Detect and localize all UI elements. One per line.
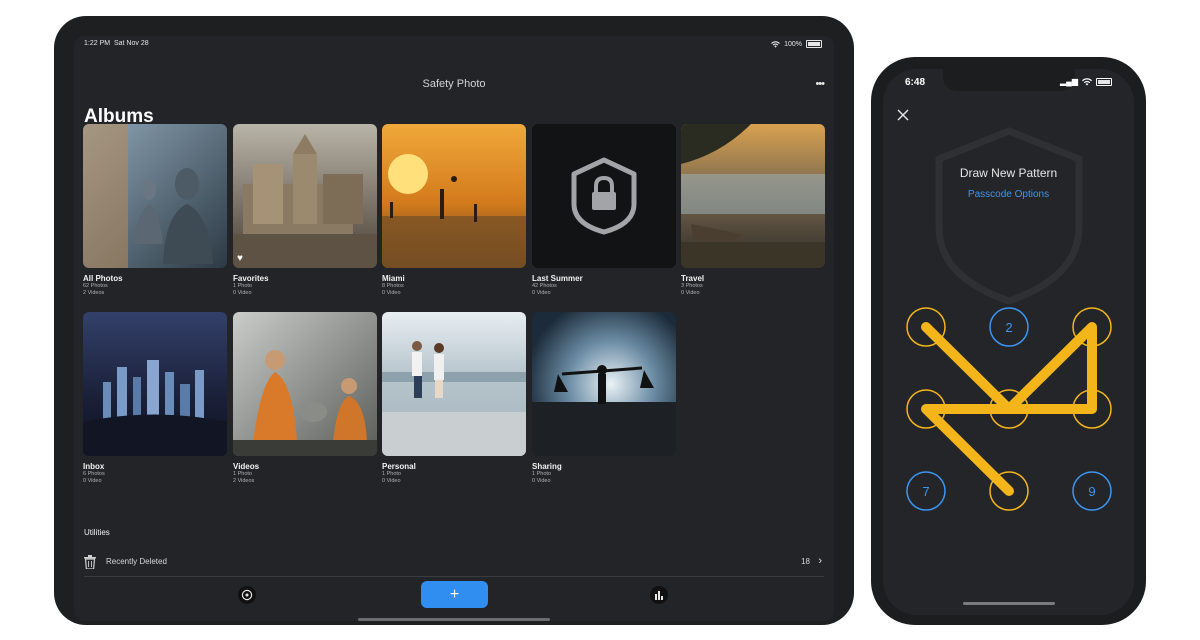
album-all-photos[interactable]: All Photos 62 Photos 2 Videos xyxy=(83,124,227,297)
status-date: Sat Nov 28 xyxy=(113,40,149,47)
album-personal[interactable]: Personal 1 Photo 0 Video xyxy=(382,312,526,485)
album-travel[interactable]: Travel 3 Photos 0 Video xyxy=(681,124,825,297)
nav-title: Safety Photo xyxy=(422,78,486,90)
album-thumbnail xyxy=(532,312,676,456)
heart-icon: ♥ xyxy=(237,253,243,264)
battery-icon xyxy=(806,40,822,48)
pattern-dot-7[interactable]: 7 xyxy=(906,471,946,511)
dot-label: 2 xyxy=(1005,320,1012,335)
album-thumbnail xyxy=(83,124,227,268)
ellipsis-icon[interactable]: ••• xyxy=(815,78,825,90)
battery-percent: 100% xyxy=(784,40,802,48)
album-favorites[interactable]: ♥ Favorites 1 Photo 0 Video xyxy=(233,124,377,297)
chevron-right-icon: › xyxy=(818,555,822,567)
album-video-count: 0 Video xyxy=(382,290,401,296)
pattern-dot-2[interactable]: 2 xyxy=(989,307,1029,347)
album-name: Inbox xyxy=(83,462,105,471)
album-name: All Photos xyxy=(83,274,123,283)
album-name: Favorites xyxy=(233,274,269,283)
album-video-count: 0 Video xyxy=(83,478,102,484)
add-button[interactable]: + xyxy=(421,581,488,608)
album-video-count: 0 Video xyxy=(532,290,551,296)
album-photo-count: 42 Photos xyxy=(532,283,557,289)
album-photo-count: 1 Photo xyxy=(233,283,252,289)
signal-icon: ▂▄▆ xyxy=(1060,77,1078,86)
pattern-line xyxy=(921,322,1097,496)
home-indicator xyxy=(358,618,550,621)
phone-status-time: 6:48 xyxy=(905,77,926,88)
bar-chart-icon xyxy=(655,591,663,600)
album-thumbnail: ♥ xyxy=(233,124,377,268)
album-inbox[interactable]: Inbox 6 Photos 0 Video xyxy=(83,312,227,485)
album-name: Videos xyxy=(233,462,260,471)
album-photo-count: 1 Photo xyxy=(382,471,401,477)
status-bar: 1:22 PM Sat Nov 28 100% xyxy=(74,36,834,52)
album-name: Sharing xyxy=(532,462,562,471)
album-name: Last Summer xyxy=(532,274,583,283)
album-name: Travel xyxy=(681,274,705,283)
ipad-device: 1:22 PM Sat Nov 28 100% Safety Photo •••… xyxy=(54,16,854,625)
status-clock: 1:22 PM xyxy=(84,40,111,47)
album-thumbnail xyxy=(382,124,526,268)
album-name: Miami xyxy=(382,274,405,283)
album-video-count: 0 Video xyxy=(233,290,252,296)
pattern-title: Draw New Pattern xyxy=(959,166,1058,180)
album-name: Personal xyxy=(382,462,416,471)
album-photo-count: 3 Photos xyxy=(681,283,703,289)
section-header-utilities: Utilities xyxy=(84,528,110,537)
album-video-count: 2 Videos xyxy=(83,290,105,296)
close-icon[interactable] xyxy=(897,109,909,121)
album-photo-count: 62 Photos xyxy=(83,283,108,289)
home-indicator xyxy=(963,602,1055,605)
album-thumbnail xyxy=(83,312,227,456)
shield-watermark-icon xyxy=(935,127,1083,305)
dot-label: 7 xyxy=(922,484,929,499)
album-thumbnail xyxy=(233,312,377,456)
album-miami[interactable]: Miami 8 Photos 0 Video xyxy=(382,124,526,297)
iphone-screen: 6:48 ▂▄▆ Draw New Pattern Passcode Optio… xyxy=(883,69,1134,615)
status-right: 100% xyxy=(771,40,822,48)
wifi-icon xyxy=(771,40,780,48)
iphone-device: 6:48 ▂▄▆ Draw New Pattern Passcode Optio… xyxy=(871,57,1146,625)
trash-icon xyxy=(84,555,96,569)
album-videos[interactable]: Videos 1 Photo 2 Videos xyxy=(233,312,377,485)
pattern-grid[interactable]: 1 2 3 4 5 6 7 8 9 xyxy=(883,289,1134,529)
recently-deleted-row[interactable]: Recently Deleted 18 › xyxy=(84,552,824,577)
album-thumbnail xyxy=(681,124,825,268)
notch xyxy=(943,69,1075,91)
phone-status-right: ▂▄▆ xyxy=(1060,77,1112,86)
album-photo-count: 8 Photos xyxy=(382,283,404,289)
battery-icon xyxy=(1096,77,1112,86)
album-photo-count: 6 Photos xyxy=(83,471,105,477)
passcode-options-link[interactable]: Passcode Options xyxy=(883,189,1134,200)
album-sharing[interactable]: Sharing 1 Photo 0 Video xyxy=(532,312,676,485)
settings-tab-button[interactable] xyxy=(238,586,256,604)
album-video-count: 0 Video xyxy=(532,478,551,484)
dot-label: 9 xyxy=(1088,484,1095,499)
wifi-icon xyxy=(1082,77,1092,85)
locked-shield-icon xyxy=(571,157,637,235)
album-photo-count: 1 Photo xyxy=(233,471,252,477)
album-last-summer[interactable]: Last Summer 42 Photos 0 Video xyxy=(532,124,676,297)
recently-deleted-count: 18 xyxy=(801,557,810,566)
album-video-count: 0 Video xyxy=(681,290,700,296)
ipad-screen: 1:22 PM Sat Nov 28 100% Safety Photo •••… xyxy=(74,36,834,621)
album-video-count: 0 Video xyxy=(382,478,401,484)
recently-deleted-label: Recently Deleted xyxy=(106,557,167,566)
album-thumbnail xyxy=(382,312,526,456)
stats-tab-button[interactable] xyxy=(650,586,668,604)
status-time: 1:22 PM Sat Nov 28 xyxy=(84,40,149,47)
gear-icon xyxy=(241,589,253,601)
album-video-count: 2 Videos xyxy=(233,478,255,484)
album-thumbnail-locked xyxy=(532,124,676,268)
pattern-dot-9[interactable]: 9 xyxy=(1072,471,1112,511)
album-photo-count: 1 Photo xyxy=(532,471,551,477)
